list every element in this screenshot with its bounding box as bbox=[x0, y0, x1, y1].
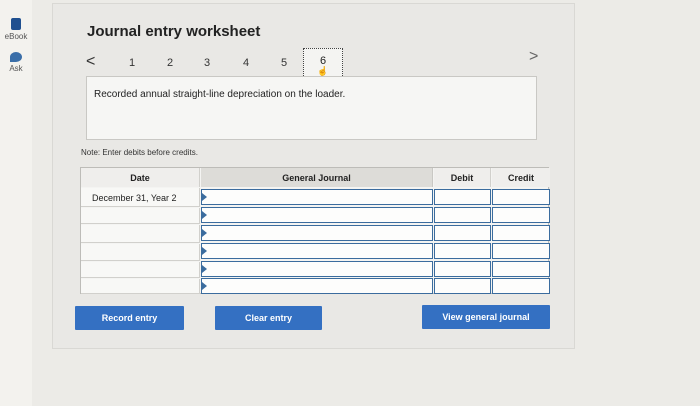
dropdown-triangle-icon bbox=[202, 247, 207, 255]
credit-input[interactable] bbox=[492, 225, 550, 241]
credit-input[interactable] bbox=[492, 243, 550, 259]
date-cell[interactable] bbox=[81, 225, 200, 243]
step-4[interactable]: 4 bbox=[243, 57, 249, 69]
account-input[interactable] bbox=[201, 225, 433, 241]
account-input[interactable] bbox=[201, 261, 433, 277]
column-header-credit: Credit bbox=[492, 168, 550, 187]
debit-input[interactable] bbox=[434, 243, 491, 259]
credit-input[interactable] bbox=[492, 189, 550, 205]
step-5[interactable]: 5 bbox=[281, 57, 287, 69]
credit-input[interactable] bbox=[492, 278, 550, 294]
view-general-journal-button[interactable]: View general journal bbox=[422, 305, 550, 329]
transaction-description: Recorded annual straight-line depreciati… bbox=[86, 76, 537, 140]
date-cell[interactable] bbox=[81, 244, 200, 261]
dropdown-triangle-icon bbox=[202, 229, 207, 237]
book-icon bbox=[11, 18, 21, 30]
date-cell[interactable] bbox=[81, 279, 200, 294]
credit-input[interactable] bbox=[492, 207, 550, 223]
note-text: Note: Enter debits before credits. bbox=[81, 148, 198, 157]
column-header-date: Date bbox=[81, 168, 200, 187]
hand-pointer-icon: ☝ bbox=[317, 66, 329, 76]
prev-arrow-icon[interactable]: < bbox=[86, 53, 95, 71]
column-header-general-journal: General Journal bbox=[201, 168, 433, 187]
dropdown-triangle-icon bbox=[202, 211, 207, 219]
sidebar-item-ebook[interactable]: eBook bbox=[0, 18, 32, 41]
credit-input[interactable] bbox=[492, 261, 550, 277]
page-title: Journal entry worksheet bbox=[87, 23, 261, 40]
date-cell[interactable] bbox=[81, 262, 200, 278]
step-1[interactable]: 1 bbox=[129, 57, 135, 69]
journal-table: Date General Journal Debit Credit Decemb… bbox=[80, 167, 550, 294]
sidebar-item-label: Ask bbox=[9, 64, 23, 73]
sidebar-item-label: eBook bbox=[4, 32, 28, 41]
left-sidebar: eBook Ask bbox=[0, 0, 32, 406]
debit-input[interactable] bbox=[434, 189, 491, 205]
dropdown-triangle-icon bbox=[202, 265, 207, 273]
debit-input[interactable] bbox=[434, 207, 491, 223]
debit-input[interactable] bbox=[434, 278, 491, 294]
next-arrow-icon[interactable]: > bbox=[529, 48, 538, 66]
dropdown-triangle-icon bbox=[202, 193, 207, 201]
column-header-debit: Debit bbox=[434, 168, 491, 187]
account-input[interactable] bbox=[201, 243, 433, 259]
date-cell: December 31, Year 2 bbox=[81, 188, 200, 207]
account-input[interactable] bbox=[201, 278, 433, 294]
date-cell[interactable] bbox=[81, 208, 200, 224]
debit-input[interactable] bbox=[434, 261, 491, 277]
sidebar-item-ask[interactable]: Ask bbox=[0, 52, 32, 73]
journal-worksheet-panel: Journal entry worksheet < 1 2 3 4 5 6 ☝ … bbox=[52, 3, 575, 349]
chat-bubble-icon bbox=[10, 52, 22, 62]
dropdown-triangle-icon bbox=[202, 282, 207, 290]
step-2[interactable]: 2 bbox=[167, 57, 173, 69]
step-3[interactable]: 3 bbox=[204, 57, 210, 69]
account-input[interactable] bbox=[201, 189, 433, 205]
record-entry-button[interactable]: Record entry bbox=[75, 306, 184, 330]
clear-entry-button[interactable]: Clear entry bbox=[215, 306, 322, 330]
account-input[interactable] bbox=[201, 207, 433, 223]
debit-input[interactable] bbox=[434, 225, 491, 241]
